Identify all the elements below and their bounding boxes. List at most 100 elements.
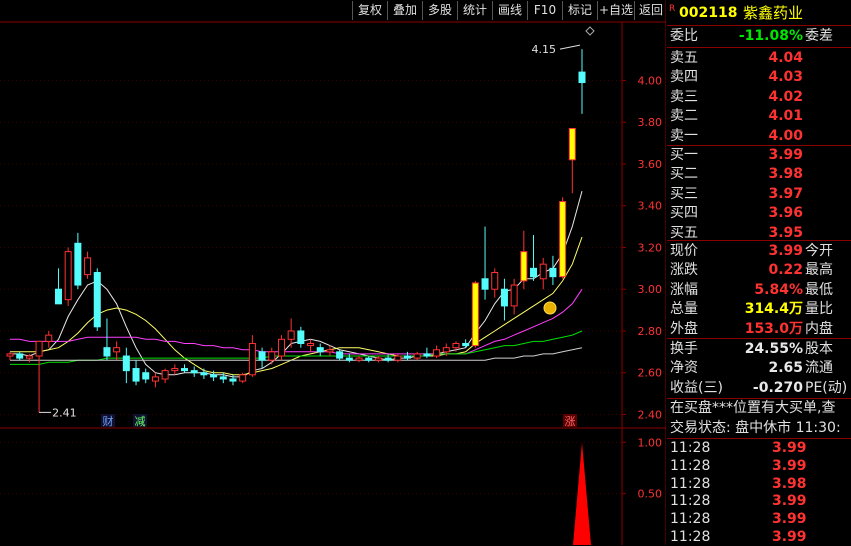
- price-tick-label: 2.40: [638, 408, 663, 421]
- candle-body: [394, 355, 402, 361]
- candle-body: [171, 368, 179, 372]
- mark-badge: 涨: [565, 415, 576, 428]
- candle-body: [500, 288, 508, 307]
- candle-body: [35, 340, 43, 357]
- ask-row-3-label: 卖二: [670, 108, 698, 125]
- candle-body: [122, 355, 130, 372]
- candle-body: [210, 374, 218, 378]
- stat-row-4-value: 153.0万: [744, 320, 803, 337]
- candle-body: [64, 251, 72, 301]
- ask-row-3: 卖二 4.01: [667, 106, 851, 126]
- bid-row-0: 买一 3.99: [667, 145, 851, 165]
- candle-body: [491, 272, 499, 290]
- candle-body: [316, 347, 324, 353]
- bid-row-3-label: 买四: [670, 205, 698, 222]
- ask-row-4-value: 4.00: [768, 127, 803, 144]
- trade-price: 3.99: [772, 511, 807, 528]
- price-tick-label: 3.00: [638, 283, 663, 296]
- candle-body: [181, 368, 189, 372]
- candle-body: [307, 342, 315, 347]
- candle-body: [568, 127, 576, 161]
- stat-row-3-value: 314.4万: [744, 301, 803, 318]
- weibi-label: 委比: [670, 28, 698, 44]
- trade-time: 11:28: [670, 440, 711, 456]
- candle-body: [190, 370, 198, 374]
- stat-row-1-value: 0.22: [768, 262, 803, 279]
- stat-row-1: 涨跌 0.22 最高: [667, 260, 851, 280]
- candle-body: [287, 330, 295, 340]
- candle-body: [132, 368, 140, 382]
- candle-body: [6, 353, 14, 357]
- high-label: 4.15: [532, 43, 557, 56]
- money-bag-icon: [543, 301, 557, 315]
- price-tick-label: 3.80: [638, 116, 663, 129]
- bid-row-2-value: 3.97: [768, 185, 803, 202]
- trade-row: 11:28 3.99: [667, 492, 851, 510]
- bid-row-0-value: 3.99: [768, 147, 803, 163]
- trade-row: 11:28 3.99: [667, 510, 851, 528]
- candle-body: [423, 353, 431, 357]
- trade-price: 3.99: [772, 493, 807, 510]
- candle-body: [258, 351, 266, 361]
- stat-row-2-label2: 最低: [805, 281, 833, 298]
- candle-body: [336, 351, 344, 359]
- stat-row-2-label: 涨幅: [670, 281, 698, 298]
- ask-row-3-value: 4.01: [768, 108, 803, 125]
- candle-body: [578, 71, 586, 84]
- stat-row-4-label: 外盘: [670, 320, 698, 337]
- mark-badge: 减: [135, 415, 146, 428]
- candle-body: [345, 357, 353, 361]
- weicha-label: 委差: [805, 28, 833, 44]
- stat-row-0-label: 现价: [670, 243, 698, 259]
- trade-time: 11:28: [670, 475, 711, 492]
- weibi-value: -11.08%: [738, 28, 803, 44]
- bid-row-3-value: 3.96: [768, 205, 803, 222]
- candle-body: [93, 272, 101, 328]
- candle-body: [297, 330, 305, 344]
- candle-body: [462, 342, 470, 347]
- ask-row-1: 卖四 4.03: [667, 67, 851, 87]
- status-row: 交易状态: 盘中休市 11:30:: [667, 418, 851, 438]
- bid-row-1-value: 3.98: [768, 166, 803, 183]
- stat-row-4: 外盘 153.0万 内盘: [667, 319, 851, 339]
- stat2-row-0-label: 换手: [670, 341, 698, 357]
- trade-status: 交易状态: 盘中休市 11:30:: [670, 420, 841, 436]
- stat2-row-2-value: -0.270: [752, 379, 803, 396]
- quote-panel: R 002118 紫鑫药业 委比 -11.08% 委差 卖五 4.04 卖四 4.03…: [667, 0, 851, 545]
- stat-row-3-label: 总量: [670, 301, 698, 318]
- ask-row-0: 卖五 4.04: [667, 48, 851, 68]
- candle-body: [268, 351, 276, 361]
- ask-row-2-label: 卖三: [670, 88, 698, 105]
- high-pointer: [559, 44, 581, 50]
- notice-row: 在买盘***位置有大买单,查: [667, 398, 851, 418]
- stat2-row-1-value: 2.65: [768, 360, 803, 377]
- mark-badge: 财: [103, 414, 114, 428]
- stat2-row-1: 净资 2.65 流通: [667, 358, 851, 378]
- candle-body: [520, 251, 528, 282]
- candle-body: [384, 357, 392, 361]
- candle-body: [200, 372, 208, 376]
- candle-body: [277, 338, 285, 357]
- stat-row-1-label2: 最高: [805, 262, 833, 279]
- candle-body: [161, 370, 169, 380]
- trade-time: 11:28: [670, 457, 711, 474]
- trade-time: 11:28: [670, 511, 711, 528]
- stat2-row-2: 收益(三) -0.270 PE(动): [667, 378, 851, 398]
- stat-row-1-label: 涨跌: [670, 262, 698, 279]
- candle-body: [16, 353, 24, 359]
- kline-chart[interactable]: 4.00 3.80 3.60 3.40 3.20 3.00 2.80 2.60 2.40 1.00…: [0, 0, 666, 545]
- bid-row-3: 买四 3.96: [667, 203, 851, 223]
- candle-body: [113, 347, 121, 353]
- candle-body: [452, 342, 460, 349]
- candle-body: [355, 357, 363, 361]
- price-tick-label: 4.00: [638, 74, 663, 87]
- candle-body: [510, 284, 518, 307]
- trade-time: 11:28: [670, 529, 711, 545]
- candle-body: [103, 347, 111, 357]
- stock-code: 002118: [679, 5, 738, 21]
- trade-row: 11:28 3.99: [667, 439, 851, 457]
- stat2-row-1-label2: 流通: [805, 360, 833, 377]
- low-label: 2.41: [52, 406, 77, 419]
- trade-row: 11:28 3.99: [667, 457, 851, 475]
- candle-body: [74, 242, 82, 286]
